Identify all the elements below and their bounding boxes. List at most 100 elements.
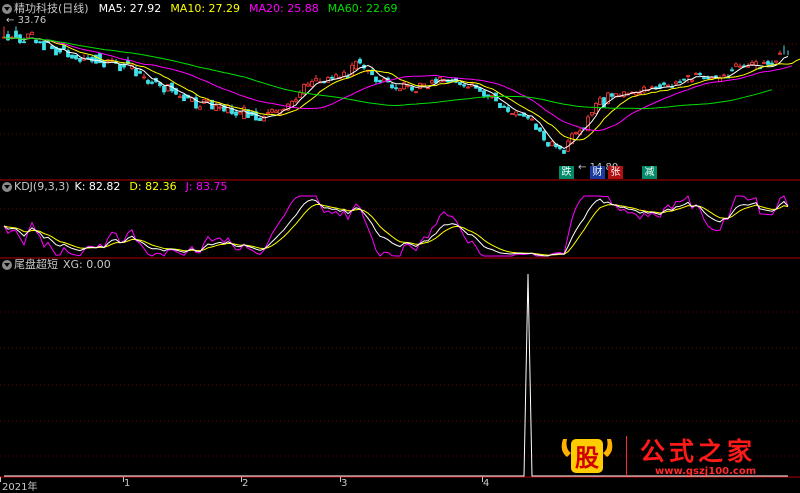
candle-body xyxy=(330,76,334,79)
candle-body xyxy=(398,88,402,92)
collapse-triangle-icon[interactable] xyxy=(2,260,12,270)
candle xyxy=(182,94,186,102)
event-marker-1[interactable]: 财 xyxy=(590,166,605,179)
candle-body xyxy=(234,111,238,116)
kdj-label-2: J: 83.75 xyxy=(185,180,228,193)
candle-body xyxy=(486,94,490,97)
candle xyxy=(70,54,74,59)
candle-body xyxy=(738,65,742,68)
candle-body xyxy=(162,85,166,93)
candle-body xyxy=(270,109,274,113)
candle xyxy=(42,40,46,51)
candle-body xyxy=(150,81,154,84)
candle xyxy=(354,60,358,71)
event-marker-0[interactable]: 跌 xyxy=(559,166,574,179)
candle-body xyxy=(534,123,538,130)
candle xyxy=(142,73,146,80)
candle xyxy=(298,90,302,98)
watermark-url: www.gszj100.com xyxy=(655,466,757,477)
candle xyxy=(266,109,270,115)
candle xyxy=(358,57,362,65)
candle-body xyxy=(702,77,706,80)
candle xyxy=(642,85,646,94)
candle xyxy=(506,105,510,114)
price-pane-header: 精功科技(日线) MA5: 27.92 MA10: 27.29 MA20: 25.8… xyxy=(0,1,415,17)
candle-body xyxy=(546,142,550,147)
candle-body xyxy=(202,99,206,104)
candle-body xyxy=(502,106,506,108)
candle-body xyxy=(134,68,138,77)
candle xyxy=(78,57,82,64)
candle-body xyxy=(374,76,378,82)
candle-body xyxy=(466,86,470,89)
candle-body xyxy=(778,52,782,55)
candle xyxy=(326,75,330,83)
candle-body xyxy=(358,58,362,64)
candle-body xyxy=(694,73,698,75)
candle-body xyxy=(734,63,738,67)
signal-value: XG: 0.00 xyxy=(63,258,111,271)
candle-body xyxy=(590,112,594,116)
candle-body xyxy=(62,45,66,50)
collapse-triangle-icon[interactable] xyxy=(2,182,12,192)
ma-label-3: MA60: 22.69 xyxy=(327,2,398,15)
candle xyxy=(530,117,534,121)
candle-body xyxy=(574,132,578,135)
candle-body xyxy=(38,41,42,44)
candle-body xyxy=(198,106,202,110)
candle xyxy=(534,123,538,130)
kdj-lines xyxy=(3,195,789,257)
candle xyxy=(374,76,378,84)
candle-body xyxy=(530,118,534,121)
bull-logo-icon: 股 xyxy=(561,439,613,473)
candle xyxy=(610,92,614,99)
candle xyxy=(306,81,310,87)
candle-body xyxy=(70,54,74,59)
signal-title[interactable]: 尾盘超短 xyxy=(14,257,58,273)
candle-body xyxy=(674,81,678,85)
candle-body xyxy=(594,102,598,114)
candle-body xyxy=(274,110,278,113)
candle-body xyxy=(598,97,602,105)
x-label-month-1: 1 xyxy=(124,478,131,489)
candle-body xyxy=(138,71,142,74)
candle-body xyxy=(526,116,530,119)
candle xyxy=(414,91,418,94)
candle-body xyxy=(610,93,614,97)
x-label-month-4: 4 xyxy=(483,478,490,489)
candle-body xyxy=(514,111,518,116)
candle xyxy=(738,63,742,68)
candle xyxy=(194,94,198,110)
candle xyxy=(466,85,470,89)
candle-body xyxy=(730,69,734,72)
grid-lines xyxy=(0,43,800,482)
candle-body xyxy=(766,61,770,65)
candle xyxy=(510,112,514,115)
candle-body xyxy=(258,117,262,121)
candle xyxy=(546,142,550,148)
candle xyxy=(766,59,770,66)
candle xyxy=(730,67,734,72)
candle-body xyxy=(206,99,210,102)
candle-body xyxy=(142,76,146,79)
candle xyxy=(402,80,406,90)
candle-body xyxy=(638,92,642,95)
kdj-title[interactable]: KDJ(9,3,3) xyxy=(14,179,70,195)
candle xyxy=(394,84,398,91)
ma-line-ma5 xyxy=(3,36,789,149)
candle xyxy=(30,31,34,35)
candle xyxy=(598,95,602,105)
kdj-legend: K: 82.82 D: 82.36 J: 83.75 xyxy=(75,179,237,195)
candle xyxy=(82,54,86,62)
candle xyxy=(498,102,502,109)
event-marker-3[interactable]: 减 xyxy=(642,166,657,179)
watermark-divider xyxy=(626,436,627,476)
candle-body xyxy=(414,91,418,94)
candle-body xyxy=(42,40,46,51)
event-marker-2[interactable]: 张 xyxy=(608,166,623,179)
candle xyxy=(150,80,154,85)
candle-body xyxy=(6,34,10,41)
candle xyxy=(694,71,698,76)
collapse-triangle-icon[interactable] xyxy=(2,4,12,14)
candle-body xyxy=(678,81,682,84)
